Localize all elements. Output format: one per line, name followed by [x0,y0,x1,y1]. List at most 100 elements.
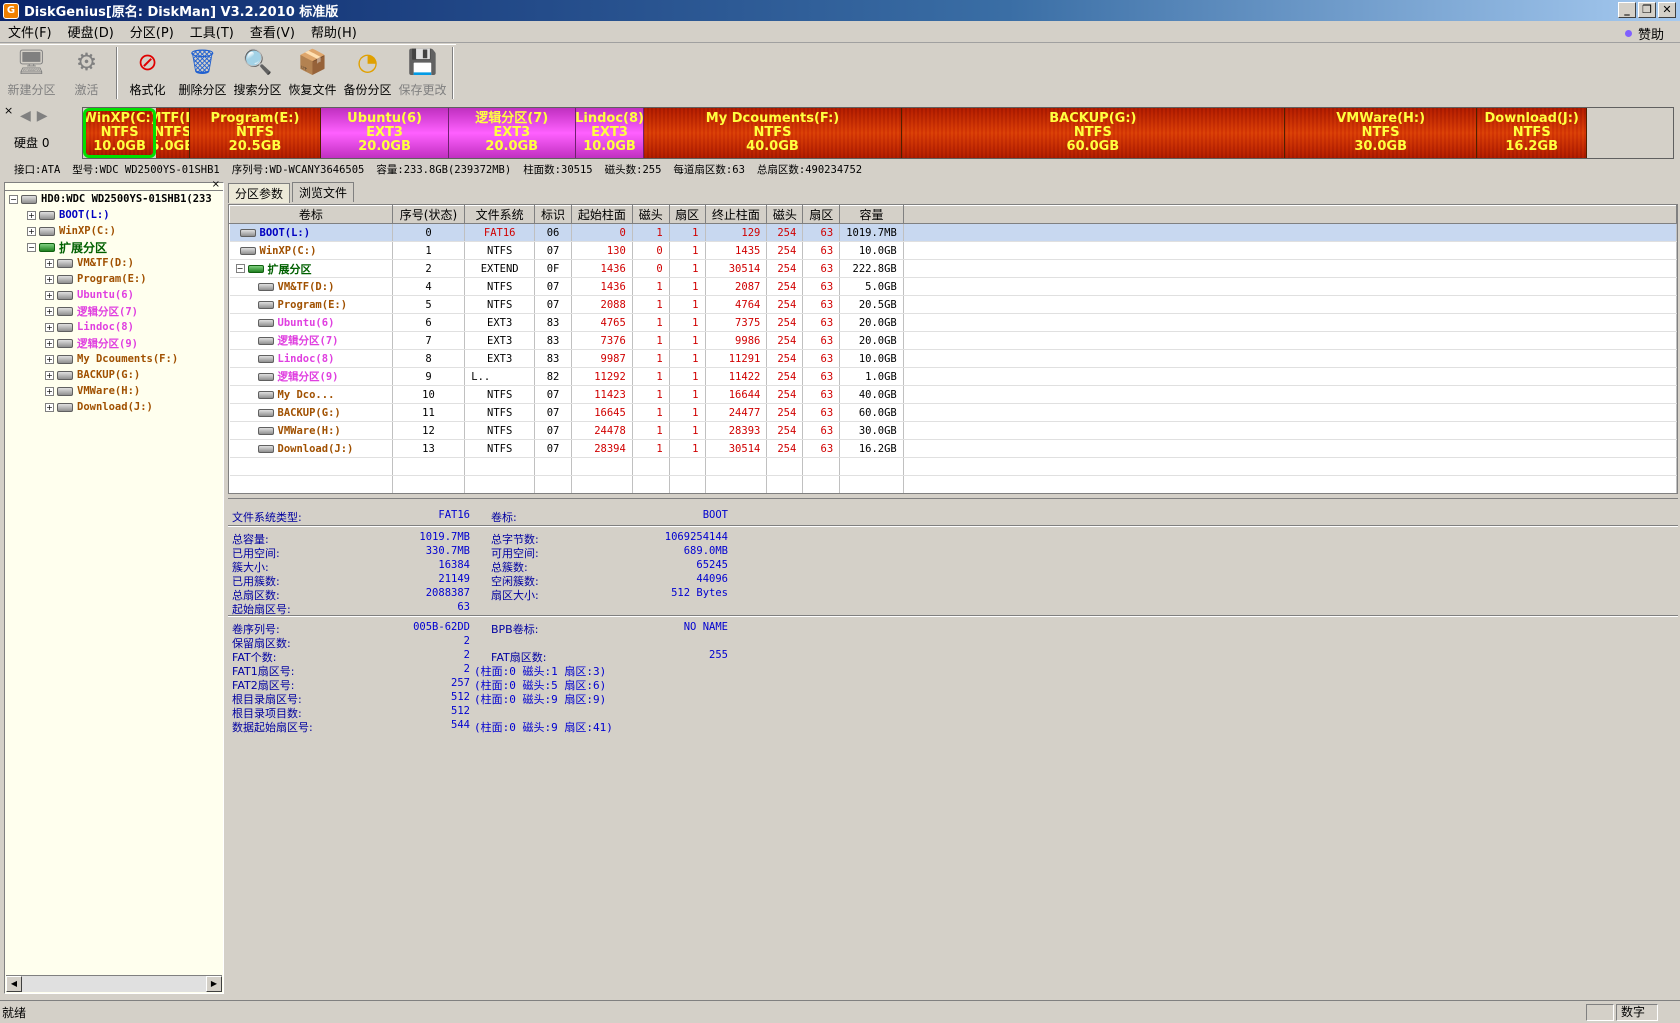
partition-segment[interactable]: BACKUP(G:) NTFS 60.0GB [901,108,1285,158]
tree-item[interactable]: + WinXP(C:) [5,223,223,239]
table-row[interactable]: 逻辑分区(7) 7 EXT3 83 7376 1 1 9986 254 63 20.0GB [229,331,1677,350]
column-header[interactable]: 磁头 [631,205,670,224]
partition-segment[interactable]: Ubuntu(6) EXT3 20.0GB [321,108,449,158]
column-header[interactable]: 标识 [534,205,572,224]
tree-item[interactable]: + Program(E:) [5,271,223,287]
expand-toggle-icon[interactable]: + [45,290,54,300]
table-row[interactable]: Download(J:) 13 NTFS 07 28394 1 1 30514 254 63 16.… [229,439,1677,458]
diskmap-close-icon[interactable]: × [4,104,13,117]
tree-horizontal-scrollbar[interactable]: ◀ ▶ [6,975,222,992]
partition-segment[interactable]: Program(E:) NTFS 20.5GB [189,108,322,158]
diskgenius-window: G DiskGenius[原名: DiskMan] V3.2.2010 标准版 … [0,0,1680,1023]
empty-cell [392,475,466,493]
search-partition-button[interactable]: 🔍 搜索分区 [230,45,285,101]
partition-segment[interactable]: WinXP(C:) NTFS 10.0GB [83,108,157,158]
expand-toggle-icon[interactable]: + [45,338,54,348]
table-row[interactable]: BOOT(L:) 0 FAT16 06 0 1 1 129 254 63 1019.7MB [229,223,1677,242]
column-header[interactable]: 文件系统 [464,205,536,224]
tree-root[interactable]: − HD0:WDC WD2500YS-01SHB1(233 [5,191,223,207]
partition-segment[interactable]: Lindoc(8) EXT3 10.0GB [575,108,645,158]
expand-toggle-icon[interactable]: + [45,354,54,364]
tree-item[interactable]: + Download(J:) [5,399,223,415]
menu-tools[interactable]: 工具(T) [182,22,242,41]
expand-toggle-icon[interactable]: − [27,242,36,252]
new-partition-button[interactable]: 🖥 新建分区 [4,45,59,101]
menu-view[interactable]: 查看(V) [242,22,303,41]
expand-toggle-icon[interactable]: + [45,306,54,316]
tree-item[interactable]: + 逻辑分区(7) [5,303,223,319]
tree-item[interactable]: + VM&TF(D:) [5,255,223,271]
table-row[interactable]: WinXP(C:) 1 NTFS 07 130 0 1 1435 254 63 10.0GB [229,241,1677,260]
column-header[interactable]: 磁头 [766,205,804,224]
expand-toggle-icon[interactable]: + [45,258,54,268]
recover-files-button[interactable]: 📦 恢复文件 [285,45,340,101]
table-row[interactable]: Ubuntu(6) 6 EXT3 83 4765 1 1 7375 254 63 20.0GB [229,313,1677,332]
table-cell: 1 [669,277,706,296]
column-header[interactable]: 容量 [839,205,904,224]
restore-button[interactable]: ❐ [1638,2,1656,18]
expand-toggle-icon[interactable]: − [9,194,18,204]
table-cell: 9986 [705,331,768,350]
expand-toggle-icon[interactable]: + [45,386,54,396]
partition-name-cell: Ubuntu(6) [229,313,393,332]
expand-toggle-icon[interactable]: + [45,370,54,380]
disk-info-field: 容量:233.8GB(239372MB) [376,163,512,176]
partition-segment[interactable]: VMWare(H:) NTFS 30.0GB [1284,108,1478,158]
menu-help[interactable]: 帮助(H) [303,22,365,41]
tab-browse-files[interactable]: 浏览文件 [292,182,355,202]
disk-nav-arrows-icon[interactable]: ◀▶ [20,108,54,124]
tree-item[interactable]: + Ubuntu(6) [5,287,223,303]
table-row[interactable]: VM&TF(D:) 4 NTFS 07 1436 1 1 2087 254 63 5.0GB [229,277,1677,296]
tree-item[interactable]: − 扩展分区 [5,239,223,255]
tree-item[interactable]: + BOOT(L:) [5,207,223,223]
delete-partition-button[interactable]: 🗑 删除分区 [175,45,230,101]
partition-name: My Dco... [236,389,386,401]
column-header[interactable]: 扇区 [668,205,706,224]
table-row[interactable]: − 扩展分区 2 EXTEND 0F 1436 0 1 30514 254 63 222.8GB [229,259,1677,278]
partition-segment[interactable]: My Dcouments(F:) NTFS 40.0GB [644,108,902,158]
column-header[interactable]: 序号(状态) [391,205,466,224]
column-header[interactable]: 起始柱面 [570,205,633,224]
tree-item[interactable]: + VMWare(H:) [5,383,223,399]
menu-partition[interactable]: 分区(P) [122,22,182,41]
column-header[interactable]: 卷标 [229,205,393,224]
format-button[interactable]: ⊘ 格式化 [120,45,175,101]
table-row[interactable]: 逻辑分区(9) 9 L.. 82 11292 1 1 11422 254 63 1.0GB [229,367,1677,386]
partition-segment[interactable]: 逻辑分区(7) EXT3 20.0GB [448,108,576,158]
tree-item[interactable]: + 逻辑分区(9) [5,335,223,351]
expand-toggle-icon[interactable]: + [45,402,54,412]
column-header[interactable]: 扇区 [802,205,841,224]
backup-partition-button[interactable]: ◔ 备份分区 [340,45,395,101]
minimize-button[interactable]: _ [1618,2,1636,18]
column-header[interactable]: 终止柱面 [704,205,768,224]
scroll-left-icon[interactable]: ◀ [6,976,22,992]
tree-item[interactable]: + Lindoc(8) [5,319,223,335]
table-cell: 254 [766,367,804,386]
partition-name-cell: 逻辑分区(9) [229,367,393,386]
tab-partition-params[interactable]: 分区参数 [228,183,291,203]
expand-toggle-icon[interactable]: + [45,274,54,284]
table-filler-cell [903,331,1677,350]
menu-file[interactable]: 文件(F) [0,22,60,41]
tree-item[interactable]: + My Dcouments(F:) [5,351,223,367]
table-row[interactable]: BACKUP(G:) 11 NTFS 07 16645 1 1 24477 254 63 60.0G… [229,403,1677,422]
expand-toggle-icon[interactable]: − [235,264,245,273]
save-changes-button[interactable]: 💾 保存更改 [395,45,450,101]
partition-segment[interactable]: MTF(DNTFS5.0GB [156,108,190,158]
expand-toggle-icon[interactable]: + [27,226,36,236]
table-row[interactable]: VMWare(H:) 12 NTFS 07 24478 1 1 28393 254 63 30.0G… [229,421,1677,440]
title-bar: G DiskGenius[原名: DiskMan] V3.2.2010 标准版 … [0,0,1680,21]
tree-close-icon[interactable]: × [212,179,220,190]
table-row[interactable]: My Dco... 10 NTFS 07 11423 1 1 16644 254 63 40.0GB [229,385,1677,404]
scroll-right-icon[interactable]: ▶ [206,976,222,992]
activate-button[interactable]: ⚙ 激活 [59,45,114,101]
table-row[interactable]: Lindoc(8) 8 EXT3 83 9987 1 1 11291 254 63 10.0GB [229,349,1677,368]
partition-segment[interactable]: Download(J:) NTFS 16.2GB [1477,108,1588,158]
expand-toggle-icon[interactable]: + [45,322,54,332]
expand-toggle-icon[interactable]: + [27,210,36,220]
menu-disk[interactable]: 硬盘(D) [60,22,122,41]
sponsor-link[interactable]: 赞助 [1624,24,1664,43]
close-button[interactable]: ✕ [1658,2,1676,18]
table-row[interactable]: Program(E:) 5 NTFS 07 2088 1 1 4764 254 63 20.5GB [229,295,1677,314]
tree-item[interactable]: + BACKUP(G:) [5,367,223,383]
